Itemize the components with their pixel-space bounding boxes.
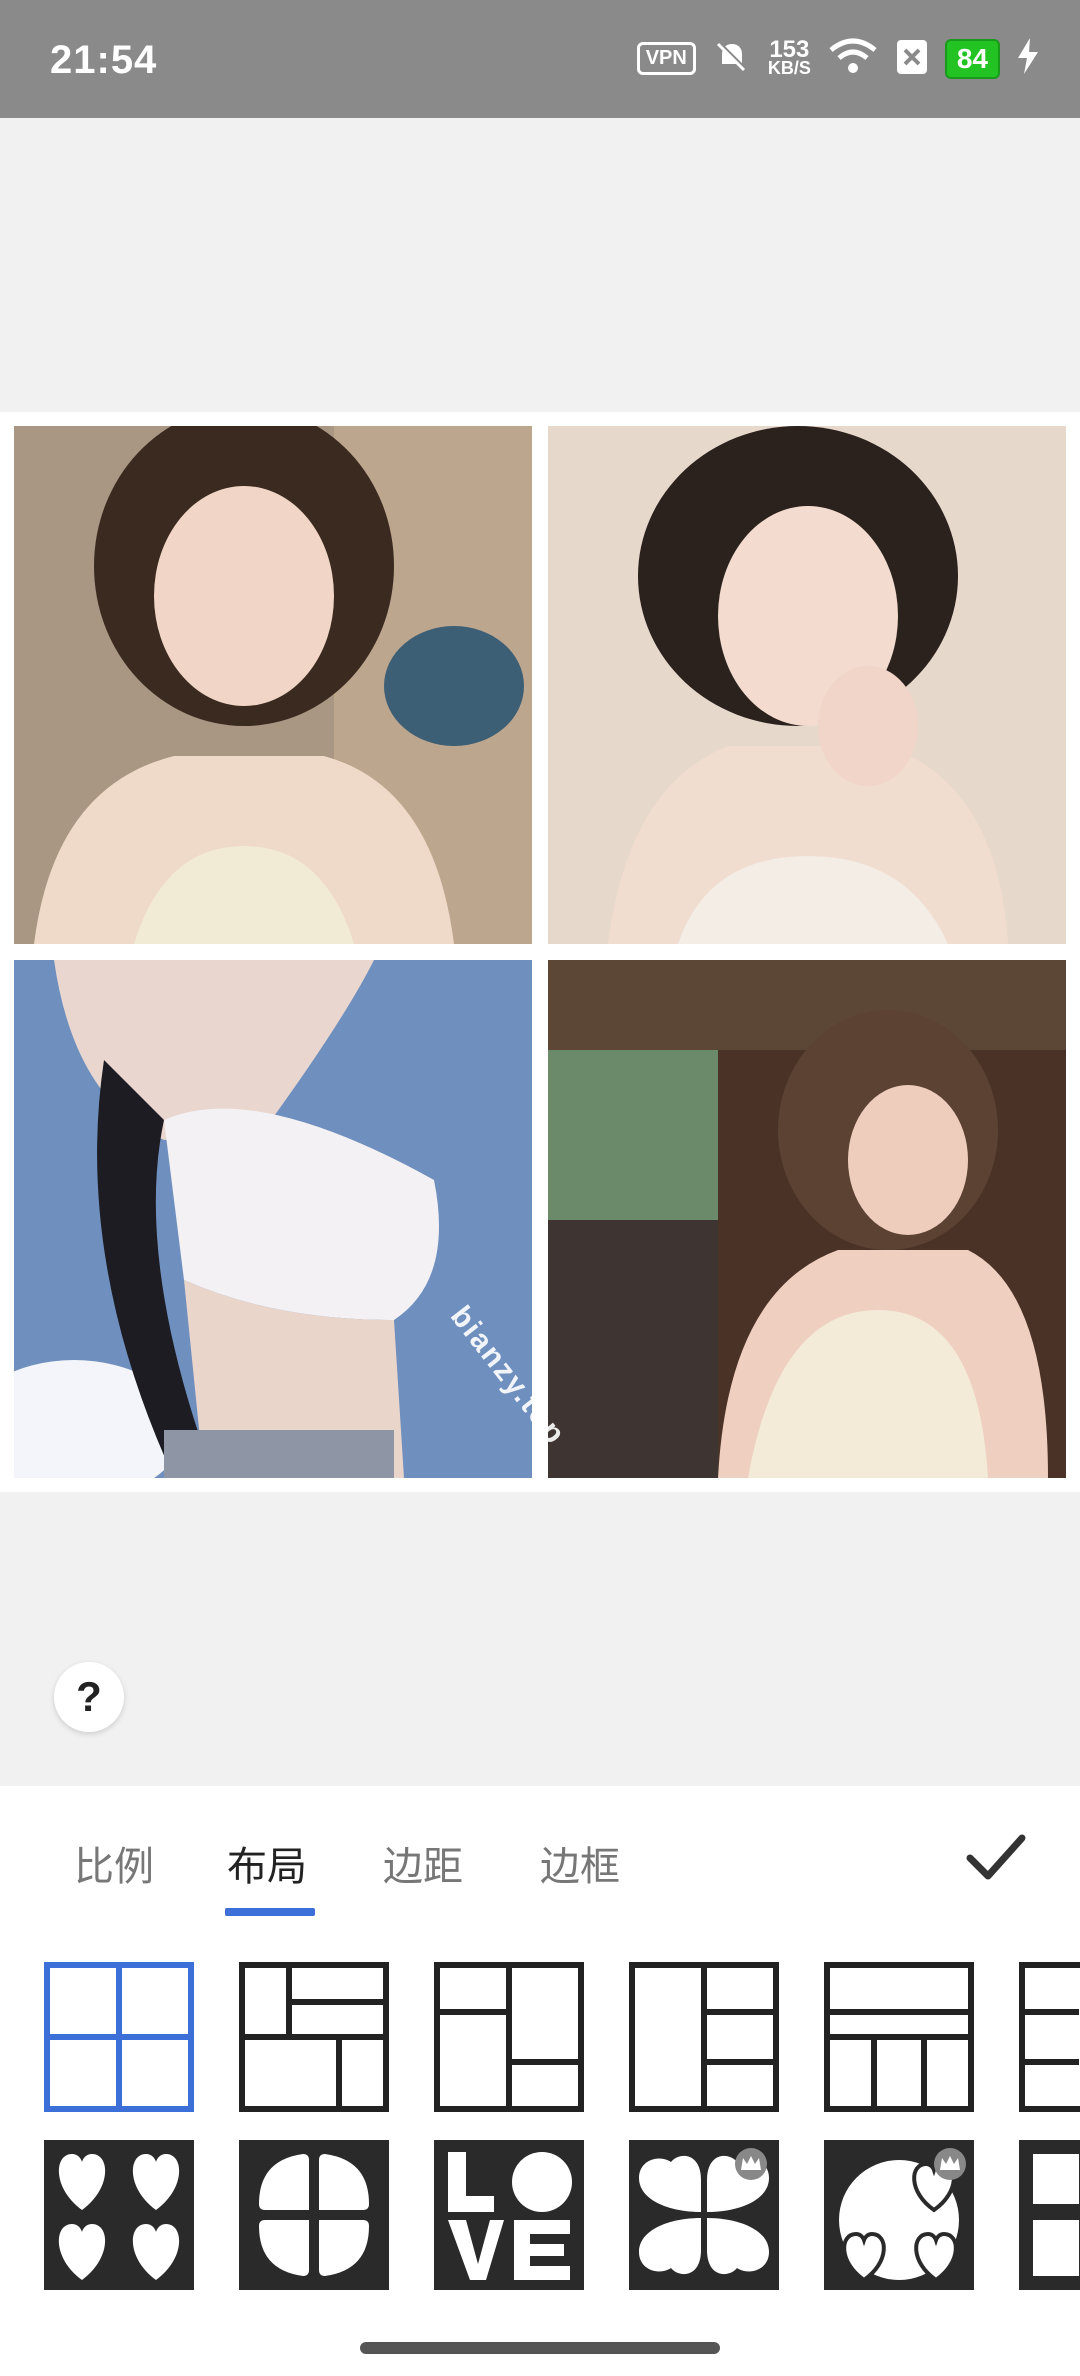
photo-placeholder	[14, 960, 532, 1478]
heart-circle-icon	[824, 2140, 974, 2290]
layout-tall-left-icon	[239, 1962, 389, 2112]
petals-icon	[239, 2140, 389, 2290]
layout-columns-icon	[629, 1962, 779, 2112]
layout-heart-circle[interactable]	[824, 2140, 974, 2290]
layout-option-4[interactable]	[629, 1962, 779, 2112]
tab-border[interactable]: 边框	[540, 1834, 620, 1892]
layout-love-letters[interactable]	[434, 2140, 584, 2290]
photo-placeholder	[14, 426, 532, 944]
mute-icon	[712, 36, 752, 81]
tab-bar: 比例 布局 边距 边框	[0, 1786, 1080, 1916]
charging-icon	[1016, 36, 1040, 81]
vpn-icon: VPN	[636, 42, 696, 75]
layout-partial-icon	[1019, 1962, 1080, 2112]
layout-option-3[interactable]	[434, 1962, 584, 2112]
clover-icon	[629, 2140, 779, 2290]
hearts-icon	[44, 2140, 194, 2290]
collage-cell-top-right[interactable]	[548, 426, 1066, 944]
layout-option-6-partial[interactable]	[1019, 1962, 1080, 2112]
love-letters-icon	[434, 2140, 584, 2290]
no-sim-icon	[895, 36, 929, 81]
layout-partial-icon	[1019, 2140, 1080, 2290]
home-indicator[interactable]	[360, 2342, 720, 2354]
tab-layout[interactable]: 布局	[227, 1834, 307, 1892]
layout-petals[interactable]	[239, 2140, 389, 2290]
status-bar: 21:54 VPN 153 KB/S 84	[0, 0, 1080, 118]
grid-2x2-icon	[44, 1962, 194, 2112]
tab-margin[interactable]: 边距	[383, 1834, 463, 1892]
network-speed: 153 KB/S	[767, 35, 811, 78]
question-icon: ?	[76, 1673, 102, 1720]
layout-option-2[interactable]	[239, 1962, 389, 2112]
check-icon	[966, 1834, 1026, 1880]
help-button[interactable]: ?	[54, 1662, 124, 1732]
layout-option-5[interactable]	[824, 1962, 974, 2112]
status-icons: VPN 153 KB/S 84	[636, 35, 1040, 81]
layout-hearts[interactable]	[44, 2140, 194, 2290]
collage-cell-top-left[interactable]	[14, 426, 532, 944]
collage-canvas	[0, 412, 1080, 1492]
edit-panel: 比例 布局 边距 边框	[0, 1786, 1080, 2376]
active-tab-indicator	[225, 1908, 315, 1916]
clock: 21:54	[50, 38, 158, 82]
collage-cell-bottom-left[interactable]	[14, 960, 532, 1478]
wifi-icon	[827, 36, 879, 81]
collage-cell-bottom-right[interactable]	[548, 960, 1066, 1478]
layout-clover[interactable]	[629, 2140, 779, 2290]
photo-placeholder	[548, 960, 1066, 1478]
layout-bottom-three-icon	[824, 1962, 974, 2112]
confirm-button[interactable]	[956, 1816, 1036, 1896]
layout-option-12-partial[interactable]	[1019, 2140, 1080, 2290]
layout-split-icon	[434, 1962, 584, 2112]
layout-grid-2x2[interactable]	[44, 1962, 194, 2112]
photo-placeholder	[548, 426, 1066, 944]
tab-ratio[interactable]: 比例	[74, 1834, 154, 1892]
battery-indicator: 84	[944, 38, 1000, 79]
layout-options	[0, 1962, 1080, 2302]
